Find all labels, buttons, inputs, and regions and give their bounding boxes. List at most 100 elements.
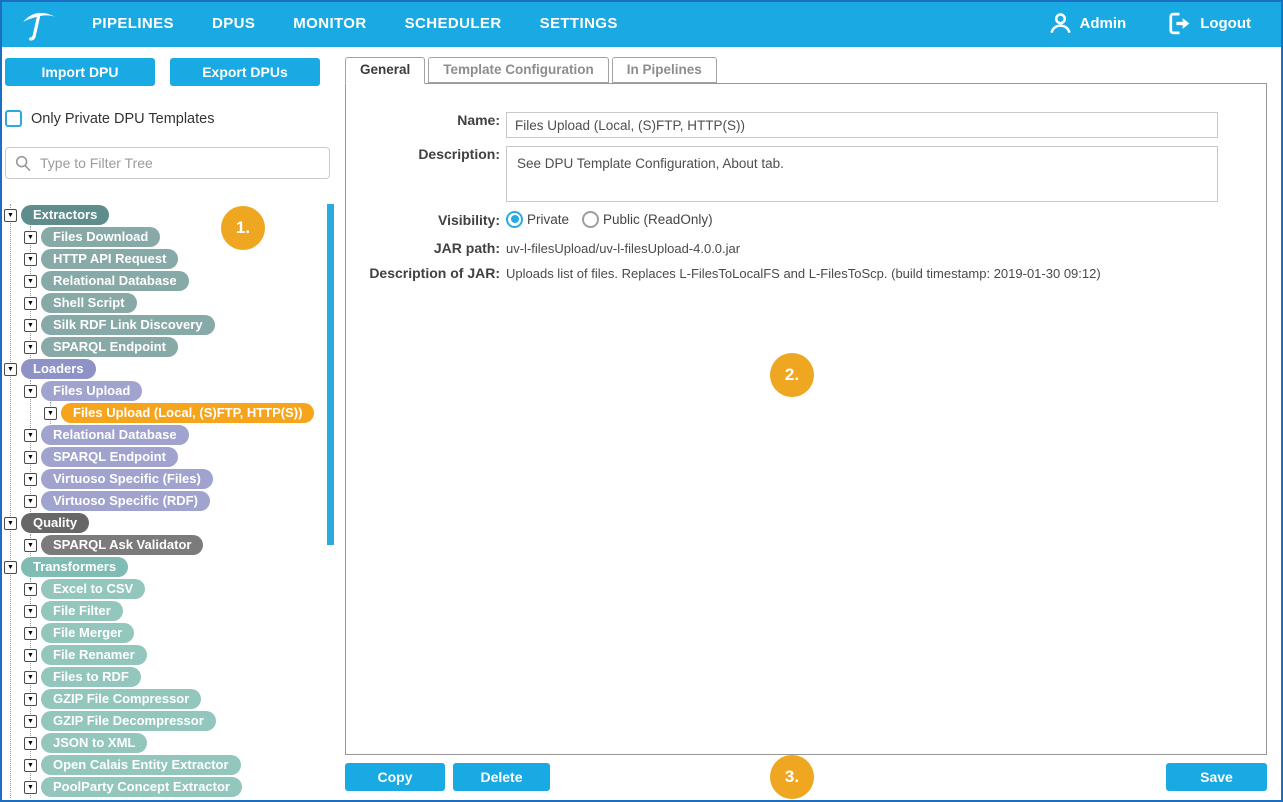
tree-pill[interactable]: SPARQL Ask Validator (41, 535, 203, 555)
tree-item-file-filter[interactable]: ▼File Filter (31, 600, 340, 622)
tree-item-sparql-ask-validator[interactable]: ▼SPARQL Ask Validator (31, 534, 340, 556)
tree-item-loaders[interactable]: ▼Loaders (11, 358, 340, 380)
tree-pill[interactable]: File Filter (41, 601, 123, 621)
tab-template-configuration[interactable]: Template Configuration (428, 57, 609, 83)
only-private-checkbox[interactable] (5, 110, 22, 127)
tree-pill[interactable]: GZIP File Compressor (41, 689, 201, 709)
expander-icon[interactable]: ▼ (24, 297, 37, 310)
name-input[interactable] (506, 112, 1218, 138)
tree-pill[interactable]: PoolParty Concept Extractor (41, 777, 242, 797)
tree-item-files-download[interactable]: ▼Files Download (31, 226, 340, 248)
radio-option-public-readonly[interactable]: Public (ReadOnly) (582, 211, 713, 228)
tree-pill[interactable]: Files Download (41, 227, 160, 247)
expander-icon[interactable]: ▼ (4, 561, 17, 574)
radio-option-private[interactable]: Private (506, 211, 569, 228)
nav-item-pipelines[interactable]: PIPELINES (92, 15, 174, 32)
tree-pill[interactable]: JSON to XML (41, 733, 147, 753)
expander-icon[interactable]: ▼ (4, 209, 17, 222)
tab-general[interactable]: General (345, 57, 425, 84)
tree-pill[interactable]: Files Upload (41, 381, 142, 401)
tree-item-file-merger[interactable]: ▼File Merger (31, 622, 340, 644)
tree-item-relational-database[interactable]: ▼Relational Database (31, 424, 340, 446)
expander-icon[interactable]: ▼ (24, 605, 37, 618)
tree-pill[interactable]: Relational Database (41, 271, 189, 291)
tree-item-files-upload[interactable]: ▼Files Upload (31, 380, 340, 402)
tree-item-excel-to-csv[interactable]: ▼Excel to CSV (31, 578, 340, 600)
nav-item-scheduler[interactable]: SCHEDULER (405, 15, 502, 32)
nav-item-monitor[interactable]: MONITOR (293, 15, 366, 32)
expander-icon[interactable]: ▼ (24, 429, 37, 442)
tree-pill[interactable]: Excel to CSV (41, 579, 145, 599)
import-dpu-button[interactable]: Import DPU (5, 58, 155, 86)
tree-pill[interactable]: Virtuoso Specific (Files) (41, 469, 213, 489)
tree-item-poolparty-concept-extractor[interactable]: ▼PoolParty Concept Extractor (31, 776, 340, 798)
tree-item-files-to-rdf[interactable]: ▼Files to RDF (31, 666, 340, 688)
expander-icon[interactable]: ▼ (24, 451, 37, 464)
tree-item-silk-rdf-link-discovery[interactable]: ▼Silk RDF Link Discovery (31, 314, 340, 336)
nav-item-settings[interactable]: SETTINGS (540, 15, 618, 32)
save-button[interactable]: Save (1166, 763, 1267, 791)
expander-icon[interactable]: ▼ (24, 319, 37, 332)
tree-pill[interactable]: Silk RDF Link Discovery (41, 315, 215, 335)
tree-filter-input[interactable] (5, 147, 330, 179)
tree-pill[interactable]: Loaders (21, 359, 96, 379)
tree-item-files-upload-local-s-ftp-http-s[interactable]: ▼Files Upload (Local, (S)FTP, HTTP(S)) (51, 402, 340, 424)
expander-icon[interactable]: ▼ (24, 473, 37, 486)
tree-item-relational-database[interactable]: ▼Relational Database (31, 270, 340, 292)
tree-item-extractors[interactable]: ▼Extractors (11, 204, 340, 226)
tab-in-pipelines[interactable]: In Pipelines (612, 57, 717, 83)
tree-pill[interactable]: SPARQL Endpoint (41, 337, 178, 357)
tree-pill[interactable]: Virtuoso Specific (RDF) (41, 491, 210, 511)
tree-item-virtuoso-specific-rdf[interactable]: ▼Virtuoso Specific (RDF) (31, 490, 340, 512)
tree-pill[interactable]: Transformers (21, 557, 128, 577)
expander-icon[interactable]: ▼ (24, 275, 37, 288)
tree-item-file-renamer[interactable]: ▼File Renamer (31, 644, 340, 666)
tree-pill[interactable]: Quality (21, 513, 89, 533)
expander-icon[interactable]: ▼ (24, 649, 37, 662)
expander-icon[interactable]: ▼ (4, 517, 17, 530)
radio-icon[interactable] (582, 211, 599, 228)
tree-item-sparql-endpoint[interactable]: ▼SPARQL Endpoint (31, 336, 340, 358)
expander-icon[interactable]: ▼ (24, 341, 37, 354)
user-menu[interactable]: Admin (1048, 11, 1127, 36)
tree-item-gzip-file-decompressor[interactable]: ▼GZIP File Decompressor (31, 710, 340, 732)
expander-icon[interactable]: ▼ (4, 363, 17, 376)
tree-pill[interactable]: Extractors (21, 205, 109, 225)
tree-scrollbar[interactable] (327, 204, 334, 545)
tree-item-sparql-endpoint[interactable]: ▼SPARQL Endpoint (31, 446, 340, 468)
description-textarea[interactable]: See DPU Template Configuration, About ta… (506, 146, 1218, 202)
expander-icon[interactable]: ▼ (24, 385, 37, 398)
expander-icon[interactable]: ▼ (24, 671, 37, 684)
tree-item-shell-script[interactable]: ▼Shell Script (31, 292, 340, 314)
radio-icon[interactable] (506, 211, 523, 228)
expander-icon[interactable]: ▼ (24, 539, 37, 552)
tree-pill[interactable]: Open Calais Entity Extractor (41, 755, 241, 775)
tree-pill[interactable]: SPARQL Endpoint (41, 447, 178, 467)
expander-icon[interactable]: ▼ (44, 407, 57, 420)
tree-item-transformers[interactable]: ▼Transformers (11, 556, 340, 578)
expander-icon[interactable]: ▼ (24, 231, 37, 244)
expander-icon[interactable]: ▼ (24, 781, 37, 794)
expander-icon[interactable]: ▼ (24, 495, 37, 508)
logout-button[interactable]: Logout (1166, 11, 1251, 36)
tree-item-virtuoso-specific-files[interactable]: ▼Virtuoso Specific (Files) (31, 468, 340, 490)
tree-pill[interactable]: HTTP API Request (41, 249, 178, 269)
tree-pill[interactable]: File Merger (41, 623, 134, 643)
expander-icon[interactable]: ▼ (24, 253, 37, 266)
expander-icon[interactable]: ▼ (24, 627, 37, 640)
tree-pill[interactable]: GZIP File Decompressor (41, 711, 216, 731)
tree-item-http-api-request[interactable]: ▼HTTP API Request (31, 248, 340, 270)
expander-icon[interactable]: ▼ (24, 583, 37, 596)
delete-button[interactable]: Delete (453, 763, 550, 791)
expander-icon[interactable]: ▼ (24, 759, 37, 772)
tree-item-quality[interactable]: ▼Quality (11, 512, 340, 534)
expander-icon[interactable]: ▼ (24, 715, 37, 728)
tree-item-json-to-xml[interactable]: ▼JSON to XML (31, 732, 340, 754)
tree-pill-selected[interactable]: Files Upload (Local, (S)FTP, HTTP(S)) (61, 403, 314, 423)
tree-pill[interactable]: File Renamer (41, 645, 147, 665)
nav-item-dpus[interactable]: DPUS (212, 15, 255, 32)
tree-pill[interactable]: Relational Database (41, 425, 189, 445)
tree-item-open-calais-entity-extractor[interactable]: ▼Open Calais Entity Extractor (31, 754, 340, 776)
tree-pill[interactable]: Files to RDF (41, 667, 141, 687)
tree-item-gzip-file-compressor[interactable]: ▼GZIP File Compressor (31, 688, 340, 710)
